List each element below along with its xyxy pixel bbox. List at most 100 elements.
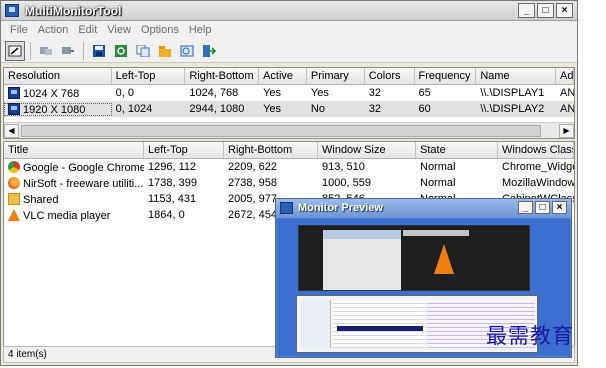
- cell-title: Google - Google Chrome: [23, 161, 144, 174]
- cell-window-size: 1000, 559: [322, 177, 371, 189]
- title-bar[interactable]: MultiMonitorTool _ □ ×: [1, 1, 577, 21]
- preview-button[interactable]: [177, 41, 197, 61]
- window-row[interactable]: Google - Google Chrome 1296, 112 2209, 6…: [4, 159, 574, 175]
- window-thumbnail: [403, 230, 469, 236]
- copy-icon: [136, 44, 150, 57]
- col-primary[interactable]: Primary: [307, 68, 365, 84]
- cell-right-bottom: 2209, 622: [228, 161, 277, 173]
- cell-colors: 32: [368, 87, 381, 99]
- monitor-row-selected[interactable]: 1920 X 1080 0, 1024 2944, 1080 Yes No 32…: [4, 101, 574, 117]
- preview-app-icon: [280, 202, 293, 214]
- chrome-icon: [8, 160, 20, 173]
- col-active[interactable]: Active: [259, 68, 307, 84]
- cell-windows-class: Chrome_Widget: [502, 161, 574, 173]
- preview-maximize-button[interactable]: □: [535, 201, 550, 214]
- col-state[interactable]: State: [416, 142, 498, 158]
- preview-minimize-button[interactable]: _: [518, 201, 533, 214]
- monitor-1-screenshot: [298, 225, 530, 291]
- cell-title: VLC media player: [23, 209, 111, 222]
- cell-title: Shared: [23, 193, 59, 206]
- monitors-list[interactable]: Resolution Left-Top Right-Bottom Active …: [3, 67, 575, 139]
- minimize-button[interactable]: _: [518, 3, 535, 18]
- cell-name: \\.\DISPLAY1: [480, 87, 545, 99]
- chrome-window-thumbnail: [323, 230, 401, 290]
- preview-close-button[interactable]: ×: [552, 201, 567, 214]
- cell-state: Normal: [420, 177, 456, 189]
- menu-options[interactable]: Options: [136, 24, 184, 36]
- col-adapter[interactable]: Ad: [556, 68, 574, 84]
- folder-icon: [8, 192, 20, 205]
- cell-title: NirSoft - freeware utiliti...: [23, 177, 144, 190]
- col-right-bottom[interactable]: Right-Bottom: [185, 68, 260, 84]
- scroll-right-arrow-icon[interactable]: ▶: [559, 124, 574, 138]
- enable-icon: [62, 46, 74, 54]
- col-title[interactable]: Title: [4, 142, 144, 158]
- monitors-header: Resolution Left-Top Right-Bottom Active …: [4, 68, 574, 85]
- disable-button[interactable]: [36, 41, 56, 61]
- col-name[interactable]: Name: [476, 68, 557, 84]
- toolbar-separator: [30, 41, 31, 60]
- cell-right-bottom: 2738, 958: [228, 177, 277, 189]
- save-button[interactable]: [89, 41, 109, 61]
- refresh-icon: [115, 44, 127, 57]
- cell-left-top: 1153, 431: [148, 193, 197, 205]
- window-row[interactable]: NirSoft - freeware utiliti... 1738, 399 …: [4, 175, 574, 191]
- menu-help[interactable]: Help: [184, 24, 217, 36]
- list-thumbnail: [333, 300, 425, 348]
- col-windows-class[interactable]: Windows Class: [498, 142, 574, 158]
- cell-right-bottom: 2944, 1080: [189, 103, 245, 115]
- enable-button[interactable]: [58, 41, 78, 61]
- selection-thumbnail: [337, 326, 423, 331]
- col-colors[interactable]: Colors: [365, 68, 415, 84]
- menu-edit[interactable]: Edit: [73, 24, 102, 36]
- cell-left-top: 0, 0: [115, 87, 134, 99]
- col-left-top[interactable]: Left-Top: [144, 142, 224, 158]
- col-frequency[interactable]: Frequency: [415, 68, 477, 84]
- cell-left-top: 1738, 399: [148, 177, 197, 189]
- cell-left-top: 0, 1024: [115, 103, 153, 115]
- col-right-bottom[interactable]: Right-Bottom: [224, 142, 318, 158]
- scroll-left-arrow-icon[interactable]: ◀: [4, 124, 19, 138]
- vlc-cone-icon: [434, 244, 454, 274]
- preview-icon: [180, 45, 194, 56]
- monitor-row[interactable]: 1024 X 768 0, 0 1024, 768 Yes Yes 32 65 …: [4, 85, 574, 101]
- col-window-size[interactable]: Window Size: [318, 142, 416, 158]
- menu-bar: File Action Edit View Options Help: [1, 21, 577, 39]
- exit-button[interactable]: [199, 41, 219, 61]
- monitor-icon: [8, 102, 20, 115]
- vlc-icon: [8, 208, 20, 221]
- maximize-button[interactable]: □: [537, 3, 554, 18]
- col-resolution[interactable]: Resolution: [4, 68, 112, 84]
- cell-active: Yes: [263, 87, 282, 99]
- menu-action[interactable]: Action: [33, 24, 74, 36]
- copy-button[interactable]: [133, 41, 153, 61]
- preview-title: Monitor Preview: [298, 202, 383, 214]
- cell-resolution: 1920 X 1080: [23, 103, 86, 116]
- cell-left-top: 1864, 0: [148, 209, 185, 221]
- cell-window-size: 913, 510: [322, 161, 365, 173]
- properties-button[interactable]: [155, 41, 175, 61]
- refresh-button[interactable]: [111, 41, 131, 61]
- cell-primary: Yes: [310, 87, 329, 99]
- cell-primary: No: [310, 103, 325, 115]
- select-tool-button[interactable]: [5, 40, 25, 61]
- app-monitor-icon: [5, 4, 19, 17]
- menu-view[interactable]: View: [102, 24, 136, 36]
- explorer-thumbnail: [301, 300, 331, 348]
- cell-left-top: 1296, 112: [148, 161, 197, 173]
- col-left-top[interactable]: Left-Top: [112, 68, 186, 84]
- close-button[interactable]: ×: [556, 3, 573, 18]
- save-icon: [93, 44, 105, 57]
- cell-adapter: AN: [560, 103, 574, 115]
- menu-file[interactable]: File: [5, 24, 33, 36]
- disable-icon: [40, 46, 52, 55]
- cell-right-bottom: 1024, 768: [189, 87, 239, 99]
- cell-active: Yes: [263, 103, 282, 115]
- cell-state: Normal: [420, 161, 456, 173]
- scrollbar-thumb[interactable]: [21, 125, 541, 137]
- toolbar: [1, 39, 577, 63]
- horizontal-scrollbar[interactable]: ◀ ▶: [4, 122, 574, 138]
- preview-title-bar[interactable]: Monitor Preview _ □ ×: [276, 199, 571, 218]
- toolbar-separator: [83, 41, 84, 60]
- select-tool-icon: [8, 45, 22, 56]
